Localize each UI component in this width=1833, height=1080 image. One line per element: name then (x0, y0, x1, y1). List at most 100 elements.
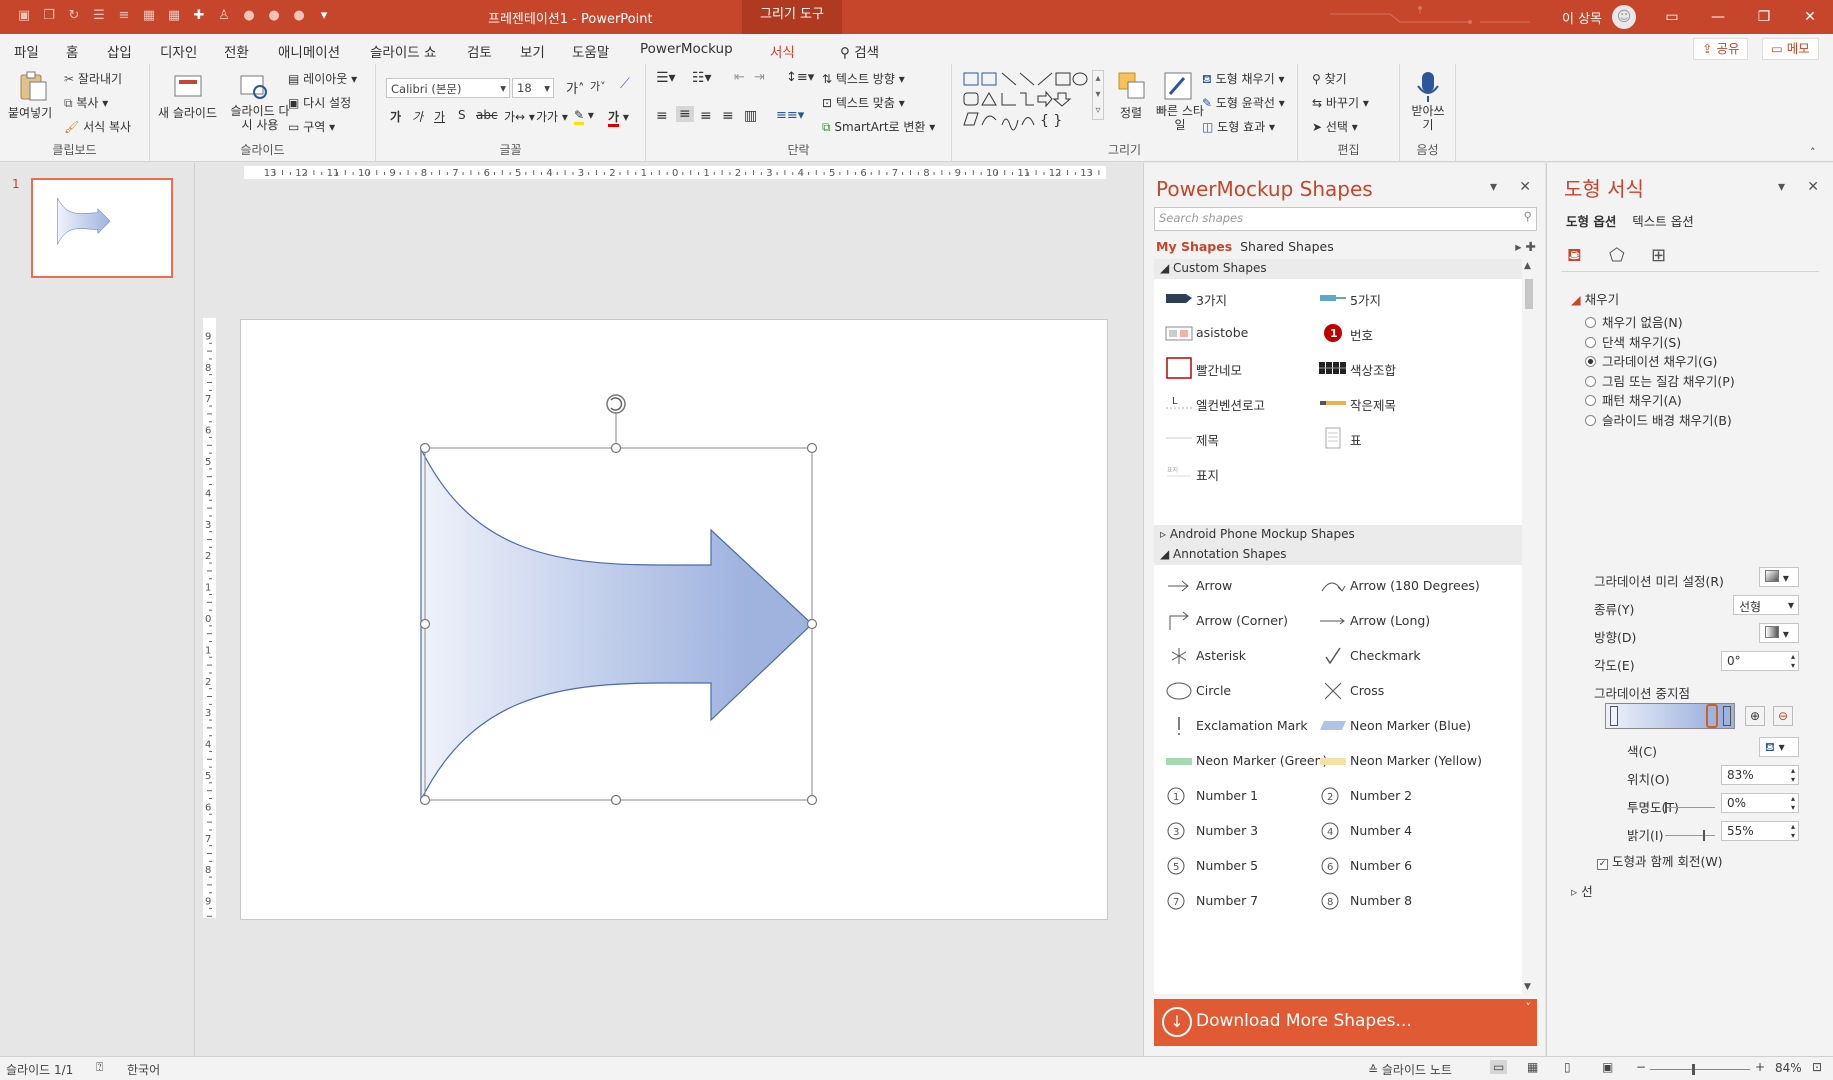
gradient-stop-handle-selected[interactable] (1706, 704, 1718, 728)
qat-record2-icon[interactable]: ● (266, 7, 282, 23)
qat-bullets-icon[interactable]: ☰ (91, 7, 107, 23)
rotate-with-shape-checkbox[interactable]: ✓ 도형과 함께 회전(W) (1597, 851, 1723, 870)
gradient-type-dropdown[interactable]: 선형 ▾ (1733, 595, 1799, 615)
tab-insert[interactable]: 삽입 (107, 41, 132, 61)
shape-library-item[interactable]: Arrow (1154, 569, 1334, 604)
chevron-down-icon[interactable]: ˅ (1526, 1001, 1532, 1014)
font-shrink-button[interactable]: 가˅ (590, 78, 606, 94)
language-indicator[interactable]: 한국어 (127, 1061, 160, 1078)
scroll-thumb[interactable] (1525, 279, 1533, 309)
stop-color-dropdown[interactable]: ⛾ ▾ (1759, 737, 1799, 757)
shape-library-item[interactable]: Checkmark (1308, 639, 1488, 674)
tab-file[interactable]: 파일 (14, 41, 39, 61)
reuse-slides-button[interactable]: 슬라이드 다시 사용 (230, 104, 290, 132)
font-size-combo[interactable]: 18 ▾ (512, 78, 554, 98)
shape-library-item[interactable]: 1 Number 1 (1154, 779, 1334, 814)
my-shapes-tab[interactable]: My Shapes (1156, 239, 1232, 254)
shapes-gallery[interactable]: { } (962, 70, 1090, 132)
zoom-in-icon[interactable]: + (1755, 1060, 1765, 1074)
font-name-combo[interactable]: Calibri (본문) ▾ (386, 78, 510, 98)
effects-pentagon-icon[interactable]: ⬠ (1609, 245, 1625, 266)
shape-library-item[interactable]: 작은제목 (1308, 386, 1488, 421)
numbering-icon[interactable]: ☷▾ (692, 70, 712, 86)
fill-section-header[interactable]: ◢ 채우기 (1571, 289, 1619, 308)
restore-button[interactable]: ❐ (1741, 0, 1787, 34)
android-section-header[interactable]: ▹ Android Phone Mockup Shapes (1154, 525, 1522, 545)
spinner-icon[interactable]: ▴ ▾ (1791, 822, 1795, 840)
case-button[interactable]: 가가 ▾ (536, 108, 568, 125)
notes-button[interactable]: ≙ 슬라이드 노트 (1368, 1061, 1452, 1078)
annotation-section-header[interactable]: ◢ Annotation Shapes (1154, 545, 1522, 565)
memo-button[interactable]: ▭ 메모 (1762, 38, 1819, 60)
qat-shape-icon[interactable]: ▣ (16, 7, 32, 23)
shape-library-item[interactable]: Neon Marker (Green) (1154, 744, 1334, 779)
shadow-button[interactable]: S (458, 108, 466, 122)
shape-library-item[interactable]: 3 Number 3 (1154, 814, 1334, 849)
new-slide-button[interactable]: 새 슬라이드 (158, 104, 217, 121)
align-right-icon[interactable]: ≡ (700, 108, 712, 124)
qat-list-icon[interactable]: ≡ (116, 7, 132, 23)
shape-library-item[interactable]: 4 Number 4 (1308, 814, 1488, 849)
qat-customize-icon[interactable]: ▾ (316, 7, 332, 23)
line-spacing-icon[interactable]: ↕≡▾ (786, 70, 814, 85)
shape-library-item[interactable]: L 엘컨벤션로고 (1154, 386, 1334, 421)
fill-option-radio[interactable]: 슬라이드 배경 채우기(B) (1585, 410, 1732, 429)
shape-library-item[interactable]: asistobe (1154, 316, 1334, 351)
add-stop-icon[interactable]: ⊕ (1745, 706, 1765, 726)
shape-effects-button[interactable]: ◫ 도형 효과 ▾ (1202, 118, 1275, 135)
curved-arrow-shape[interactable] (420, 448, 813, 801)
slide-thumbnail[interactable] (31, 178, 173, 278)
fill-option-radio[interactable]: 단색 채우기(S) (1585, 332, 1681, 351)
columns-menu-icon[interactable]: ≡≡▾ (776, 108, 804, 123)
gradient-stops-bar[interactable] (1605, 703, 1735, 729)
increase-indent-icon[interactable]: ⇥ (754, 70, 765, 85)
slider-thumb[interactable] (1703, 830, 1705, 841)
find-button[interactable]: ⚲ 찾기 (1312, 70, 1347, 87)
pane-options-icon[interactable]: ▾ (1778, 179, 1785, 195)
arrange-button[interactable]: 정렬 (1120, 104, 1142, 121)
zoom-slider[interactable] (1650, 1064, 1750, 1075)
strikethrough-button[interactable]: abc (476, 108, 498, 122)
shape-library-item[interactable]: 2 Number 2 (1308, 779, 1488, 814)
transparency-slider[interactable] (1665, 802, 1715, 813)
align-text-button[interactable]: ⊡ 텍스트 맞춤 ▾ (822, 94, 905, 111)
gradient-stop-handle[interactable] (1610, 706, 1618, 726)
fit-slide-icon[interactable]: ⊡ (1812, 1060, 1822, 1074)
gradient-direction-dropdown[interactable]: ▾ (1759, 623, 1799, 643)
tab-home[interactable]: 홈 (66, 41, 79, 66)
shape-library-item[interactable]: Asterisk (1154, 639, 1334, 674)
shape-library-item[interactable]: Cross (1308, 674, 1488, 709)
bullets-icon[interactable]: ☰▾ (656, 70, 676, 86)
tab-help[interactable]: 도움말 (572, 41, 609, 61)
brightness-slider[interactable] (1665, 830, 1715, 841)
gallery-scroll-icon[interactable]: ▴ ▾ ▿ (1092, 70, 1104, 120)
replace-button[interactable]: ⇆ 바꾸기 ▾ (1312, 94, 1369, 111)
microphone-icon[interactable] (1414, 70, 1446, 102)
qat-grid-icon[interactable]: ▦ (166, 7, 182, 23)
search-icon[interactable]: ⚲ (1524, 209, 1532, 223)
shape-library-item[interactable]: Neon Marker (Yellow) (1308, 744, 1488, 779)
font-grow-button[interactable]: 가˄ (566, 78, 584, 97)
dictate-button[interactable]: 받아쓰기 (1408, 104, 1448, 132)
italic-button[interactable]: 가 (412, 108, 423, 125)
tab-transitions[interactable]: 전환 (224, 41, 249, 61)
user-name[interactable]: 이 상목 (1562, 8, 1602, 27)
fill-option-radio[interactable]: 그라데이션 채우기(G) (1585, 351, 1717, 370)
shape-library-item[interactable]: 색상조합 (1308, 351, 1488, 386)
qat-copy-icon[interactable]: ❐ (41, 7, 57, 23)
shape-list-scrollbar[interactable]: ▲ ▼ (1522, 259, 1536, 994)
brightness-input[interactable]: 55% ▴ ▾ (1721, 821, 1799, 841)
avatar[interactable]: ☺ (1612, 5, 1636, 29)
shape-library-item[interactable]: 표 (1308, 421, 1488, 456)
spinner-icon[interactable]: ▴ ▾ (1791, 652, 1795, 670)
reset-button[interactable]: ▣ 다시 설정 (288, 94, 351, 111)
shape-outline-button[interactable]: ✎ 도형 윤곽선 ▾ (1202, 94, 1285, 111)
shape-search-input[interactable]: Search shapes ⚲ (1154, 207, 1537, 231)
shape-library-item[interactable]: 8 Number 8 (1308, 884, 1488, 919)
shape-library-item[interactable]: Exclamation Mark (1154, 709, 1334, 744)
remove-stop-icon[interactable]: ⊖ (1773, 706, 1793, 726)
reading-view-icon[interactable]: ▯ (1564, 1060, 1571, 1074)
slideshow-view-icon[interactable]: ▣ (1602, 1060, 1613, 1074)
text-direction-button[interactable]: ⇅ 텍스트 방향 ▾ (822, 70, 905, 87)
select-button[interactable]: ➤ 선택 ▾ (1312, 118, 1358, 135)
